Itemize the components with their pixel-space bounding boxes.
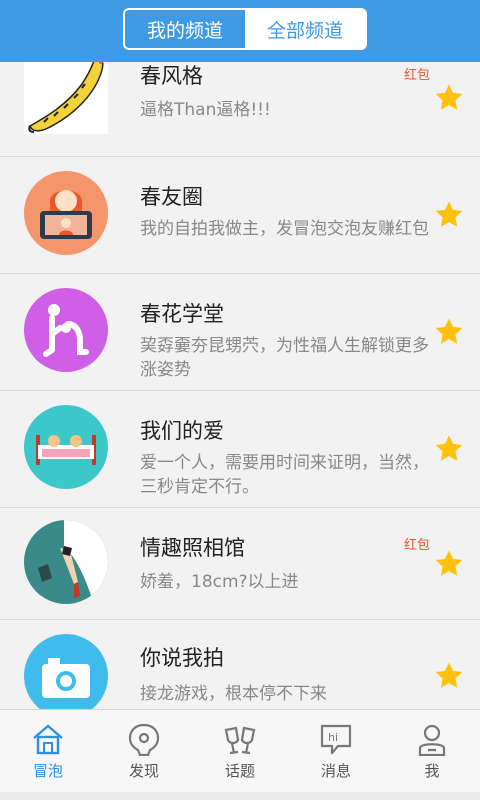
channel-title: 春友圈 xyxy=(140,185,203,209)
camera-icon xyxy=(24,634,108,709)
profile-icon xyxy=(418,724,446,756)
channel-title: 春花学堂 xyxy=(140,302,224,326)
tab-me[interactable]: 我 xyxy=(384,710,480,800)
star-icon[interactable] xyxy=(433,316,465,348)
home-icon xyxy=(33,724,63,755)
star-icon[interactable] xyxy=(433,660,465,692)
banana-image xyxy=(24,62,108,134)
selfie-icon xyxy=(24,171,108,255)
discover-icon xyxy=(128,723,160,756)
channel-title: 你说我拍 xyxy=(140,646,224,670)
channel-desc: 爱一个人，需要用时间来证明，当然，三秒肯定不行。 xyxy=(140,453,429,497)
channel-desc: 逼格Than逼格!!! xyxy=(140,100,271,120)
red-packet-badge: 红包 xyxy=(403,538,430,553)
red-packet-badge: 红包 xyxy=(403,68,430,83)
channel-desc: 接龙游戏，根本停不下来 xyxy=(140,684,327,704)
message-icon: hi xyxy=(320,724,352,755)
channel-switcher: 我的频道 全部频道 xyxy=(123,8,367,50)
top-bar: 我的频道 全部频道 xyxy=(0,0,480,62)
cheers-icon xyxy=(224,726,256,755)
tab-label: 消息 xyxy=(320,762,351,780)
tab-label: 话题 xyxy=(224,762,255,780)
channel-title: 春风格 xyxy=(140,64,203,88)
legs-icon xyxy=(24,520,108,604)
bed-icon xyxy=(24,405,108,489)
bottom-tab-bar: 冒泡 发现 话题 hi 消息 我 xyxy=(0,709,480,800)
tab-home[interactable]: 冒泡 xyxy=(0,710,96,800)
channel-desc: 巭孬嫑夯昆甥茓，为性福人生解锁更多涨姿势 xyxy=(140,336,429,380)
tab-all-channels[interactable]: 全部频道 xyxy=(245,10,365,48)
tab-label: 发现 xyxy=(128,762,159,780)
list-item[interactable]: 春友圈 我的自拍我做主，发冒泡交泡友赚红包 xyxy=(0,157,480,274)
channel-desc: 娇羞，18cm?以上进 xyxy=(140,572,299,592)
tab-topics[interactable]: 话题 xyxy=(192,710,288,800)
tab-messages[interactable]: hi 消息 xyxy=(288,710,384,800)
star-icon[interactable] xyxy=(433,82,465,114)
tab-label: 我 xyxy=(424,762,440,780)
channel-title: 我们的爱 xyxy=(140,419,224,443)
star-icon[interactable] xyxy=(433,433,465,465)
list-item[interactable]: 你说我拍 接龙游戏，根本停不下来 xyxy=(0,620,480,709)
channel-desc: 我的自拍我做主，发冒泡交泡友赚红包 xyxy=(140,219,429,239)
list-item[interactable]: 我们的爱 爱一个人，需要用时间来证明，当然，三秒肯定不行。 xyxy=(0,391,480,508)
svg-text:hi: hi xyxy=(328,731,338,744)
list-item[interactable]: 春风格 逼格Than逼格!!! 红包 xyxy=(0,62,480,157)
channel-list: 春风格 逼格Than逼格!!! 红包 春友圈 我的自拍我做主，发冒泡交泡友赚红包 xyxy=(0,62,480,709)
channel-title: 情趣照相馆 xyxy=(140,536,245,560)
tab-my-channels[interactable]: 我的频道 xyxy=(125,10,245,48)
tab-label: 冒泡 xyxy=(32,762,63,780)
star-icon[interactable] xyxy=(433,548,465,580)
list-item[interactable]: 春花学堂 巭孬嫑夯昆甥茓，为性福人生解锁更多涨姿势 xyxy=(0,274,480,391)
list-item[interactable]: 情趣照相馆 娇羞，18cm?以上进 红包 xyxy=(0,508,480,620)
tab-discover[interactable]: 发现 xyxy=(96,710,192,800)
figure-icon xyxy=(24,288,108,372)
bottom-edge xyxy=(0,792,480,800)
star-icon[interactable] xyxy=(433,199,465,231)
